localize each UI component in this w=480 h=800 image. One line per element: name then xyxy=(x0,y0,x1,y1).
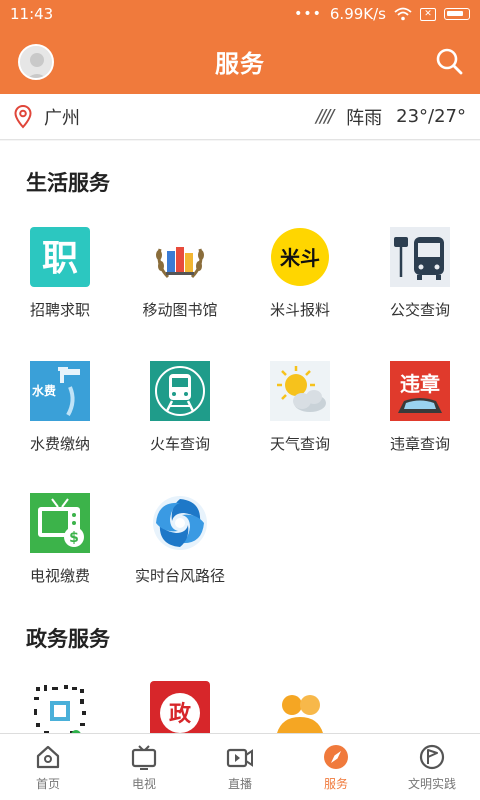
service-weather[interactable]: 天气查询 xyxy=(240,361,360,471)
water-fee-icon: 水费 xyxy=(30,361,90,421)
weather-bar[interactable]: 广州 //// 阵雨 23°/27° xyxy=(0,94,480,140)
service-library[interactable]: 移动图书馆 xyxy=(120,227,240,337)
search-icon xyxy=(436,48,463,75)
service-qr-code[interactable] xyxy=(0,681,120,733)
compass-icon xyxy=(324,744,348,769)
library-icon xyxy=(156,247,204,279)
people-icon xyxy=(277,695,323,733)
service-label: 公交查询 xyxy=(389,301,450,319)
midou-icon-text: 米斗 xyxy=(280,246,320,270)
more-dots-icon: ••• xyxy=(294,6,322,22)
rain-icon: //// xyxy=(315,106,334,127)
network-speed: 6.99K/s xyxy=(329,5,386,23)
search-button[interactable] xyxy=(434,46,464,76)
bus-icon xyxy=(390,227,450,287)
job-icon-text: 职 xyxy=(42,238,78,279)
qr-code-icon xyxy=(30,681,90,733)
weather-icon xyxy=(270,361,330,421)
service-label: 电视缴费 xyxy=(29,567,90,585)
weather-condition: 阵雨 xyxy=(346,107,383,129)
job-icon: 职 xyxy=(30,227,90,287)
service-label: 移动图书馆 xyxy=(142,301,218,319)
service-tv-fee[interactable]: $ 电视缴费 xyxy=(0,493,120,603)
service-label: 天气查询 xyxy=(269,435,330,453)
service-job[interactable]: 职 招聘求职 xyxy=(0,227,120,337)
service-label: 米斗报料 xyxy=(269,301,330,319)
service-typhoon[interactable]: 实时台风路径 xyxy=(120,493,240,603)
live-icon xyxy=(226,748,253,767)
location-pin-icon xyxy=(14,104,32,128)
service-label: 招聘求职 xyxy=(29,301,90,319)
typhoon-icon xyxy=(153,496,207,550)
tab-civilization[interactable]: 文明实践 xyxy=(384,734,480,800)
tv-icon xyxy=(131,744,157,770)
services-content[interactable]: 生活服务 职 招聘求职 移动图书馆 米斗 米斗报料 公交查询 水费 水费缴纳 火… xyxy=(0,141,480,733)
status-time: 11:43 xyxy=(10,5,54,23)
status-indicators: ••• 6.99K/s ✕ xyxy=(294,5,470,23)
service-label: 水费缴纳 xyxy=(29,435,90,453)
section-title-government: 政务服务 xyxy=(26,627,110,651)
service-label: 违章查询 xyxy=(389,435,450,453)
traffic-violation-icon: 违章 xyxy=(390,361,450,421)
app-bar: 服务 xyxy=(0,28,480,94)
tab-service[interactable]: 服务 xyxy=(288,734,384,800)
gov-icon-text: 政 xyxy=(169,701,192,727)
tab-label: 首页 xyxy=(35,776,60,791)
tab-home[interactable]: 首页 xyxy=(0,734,96,800)
water-icon-text: 水费 xyxy=(32,383,56,398)
location-city: 广州 xyxy=(44,107,80,129)
tab-label: 服务 xyxy=(323,776,348,791)
service-traffic-violation[interactable]: 违章 违章查询 xyxy=(360,361,480,471)
violation-icon-text: 违章 xyxy=(400,372,440,396)
service-people[interactable] xyxy=(240,681,360,733)
service-label: 火车查询 xyxy=(149,435,210,453)
svg-text:$: $ xyxy=(69,530,79,546)
battery-icon xyxy=(444,8,470,20)
tab-label: 直播 xyxy=(227,776,252,791)
avatar[interactable] xyxy=(18,44,54,80)
service-midou[interactable]: 米斗 米斗报料 xyxy=(240,227,360,337)
train-icon xyxy=(150,361,210,421)
user-avatar-icon xyxy=(20,46,52,78)
section-title-life: 生活服务 xyxy=(26,171,110,195)
service-government[interactable]: 政 xyxy=(120,681,240,733)
bottom-tab-bar: 首页 电视 直播 服务 文明实践 xyxy=(0,733,480,800)
service-bus[interactable]: 公交查询 xyxy=(360,227,480,337)
midou-icon: 米斗 xyxy=(271,228,329,286)
temperature: 23°/27° xyxy=(396,106,466,127)
tab-live[interactable]: 直播 xyxy=(192,734,288,800)
service-train[interactable]: 火车查询 xyxy=(120,361,240,471)
tab-tv[interactable]: 电视 xyxy=(96,734,192,800)
tv-fee-icon: $ xyxy=(30,493,90,553)
tab-label: 电视 xyxy=(131,776,156,791)
service-label: 实时台风路径 xyxy=(134,567,225,585)
tab-label: 文明实践 xyxy=(407,776,456,791)
page-title: 服务 xyxy=(215,49,265,78)
flag-icon xyxy=(419,744,445,769)
status-bar: 11:43 ••• 6.99K/s ✕ xyxy=(0,0,480,28)
home-icon xyxy=(36,745,60,768)
sim-icon: ✕ xyxy=(420,7,436,21)
government-icon: 政 xyxy=(150,681,210,733)
wifi-icon xyxy=(394,7,412,21)
service-water-fee[interactable]: 水费 水费缴纳 xyxy=(0,361,120,471)
